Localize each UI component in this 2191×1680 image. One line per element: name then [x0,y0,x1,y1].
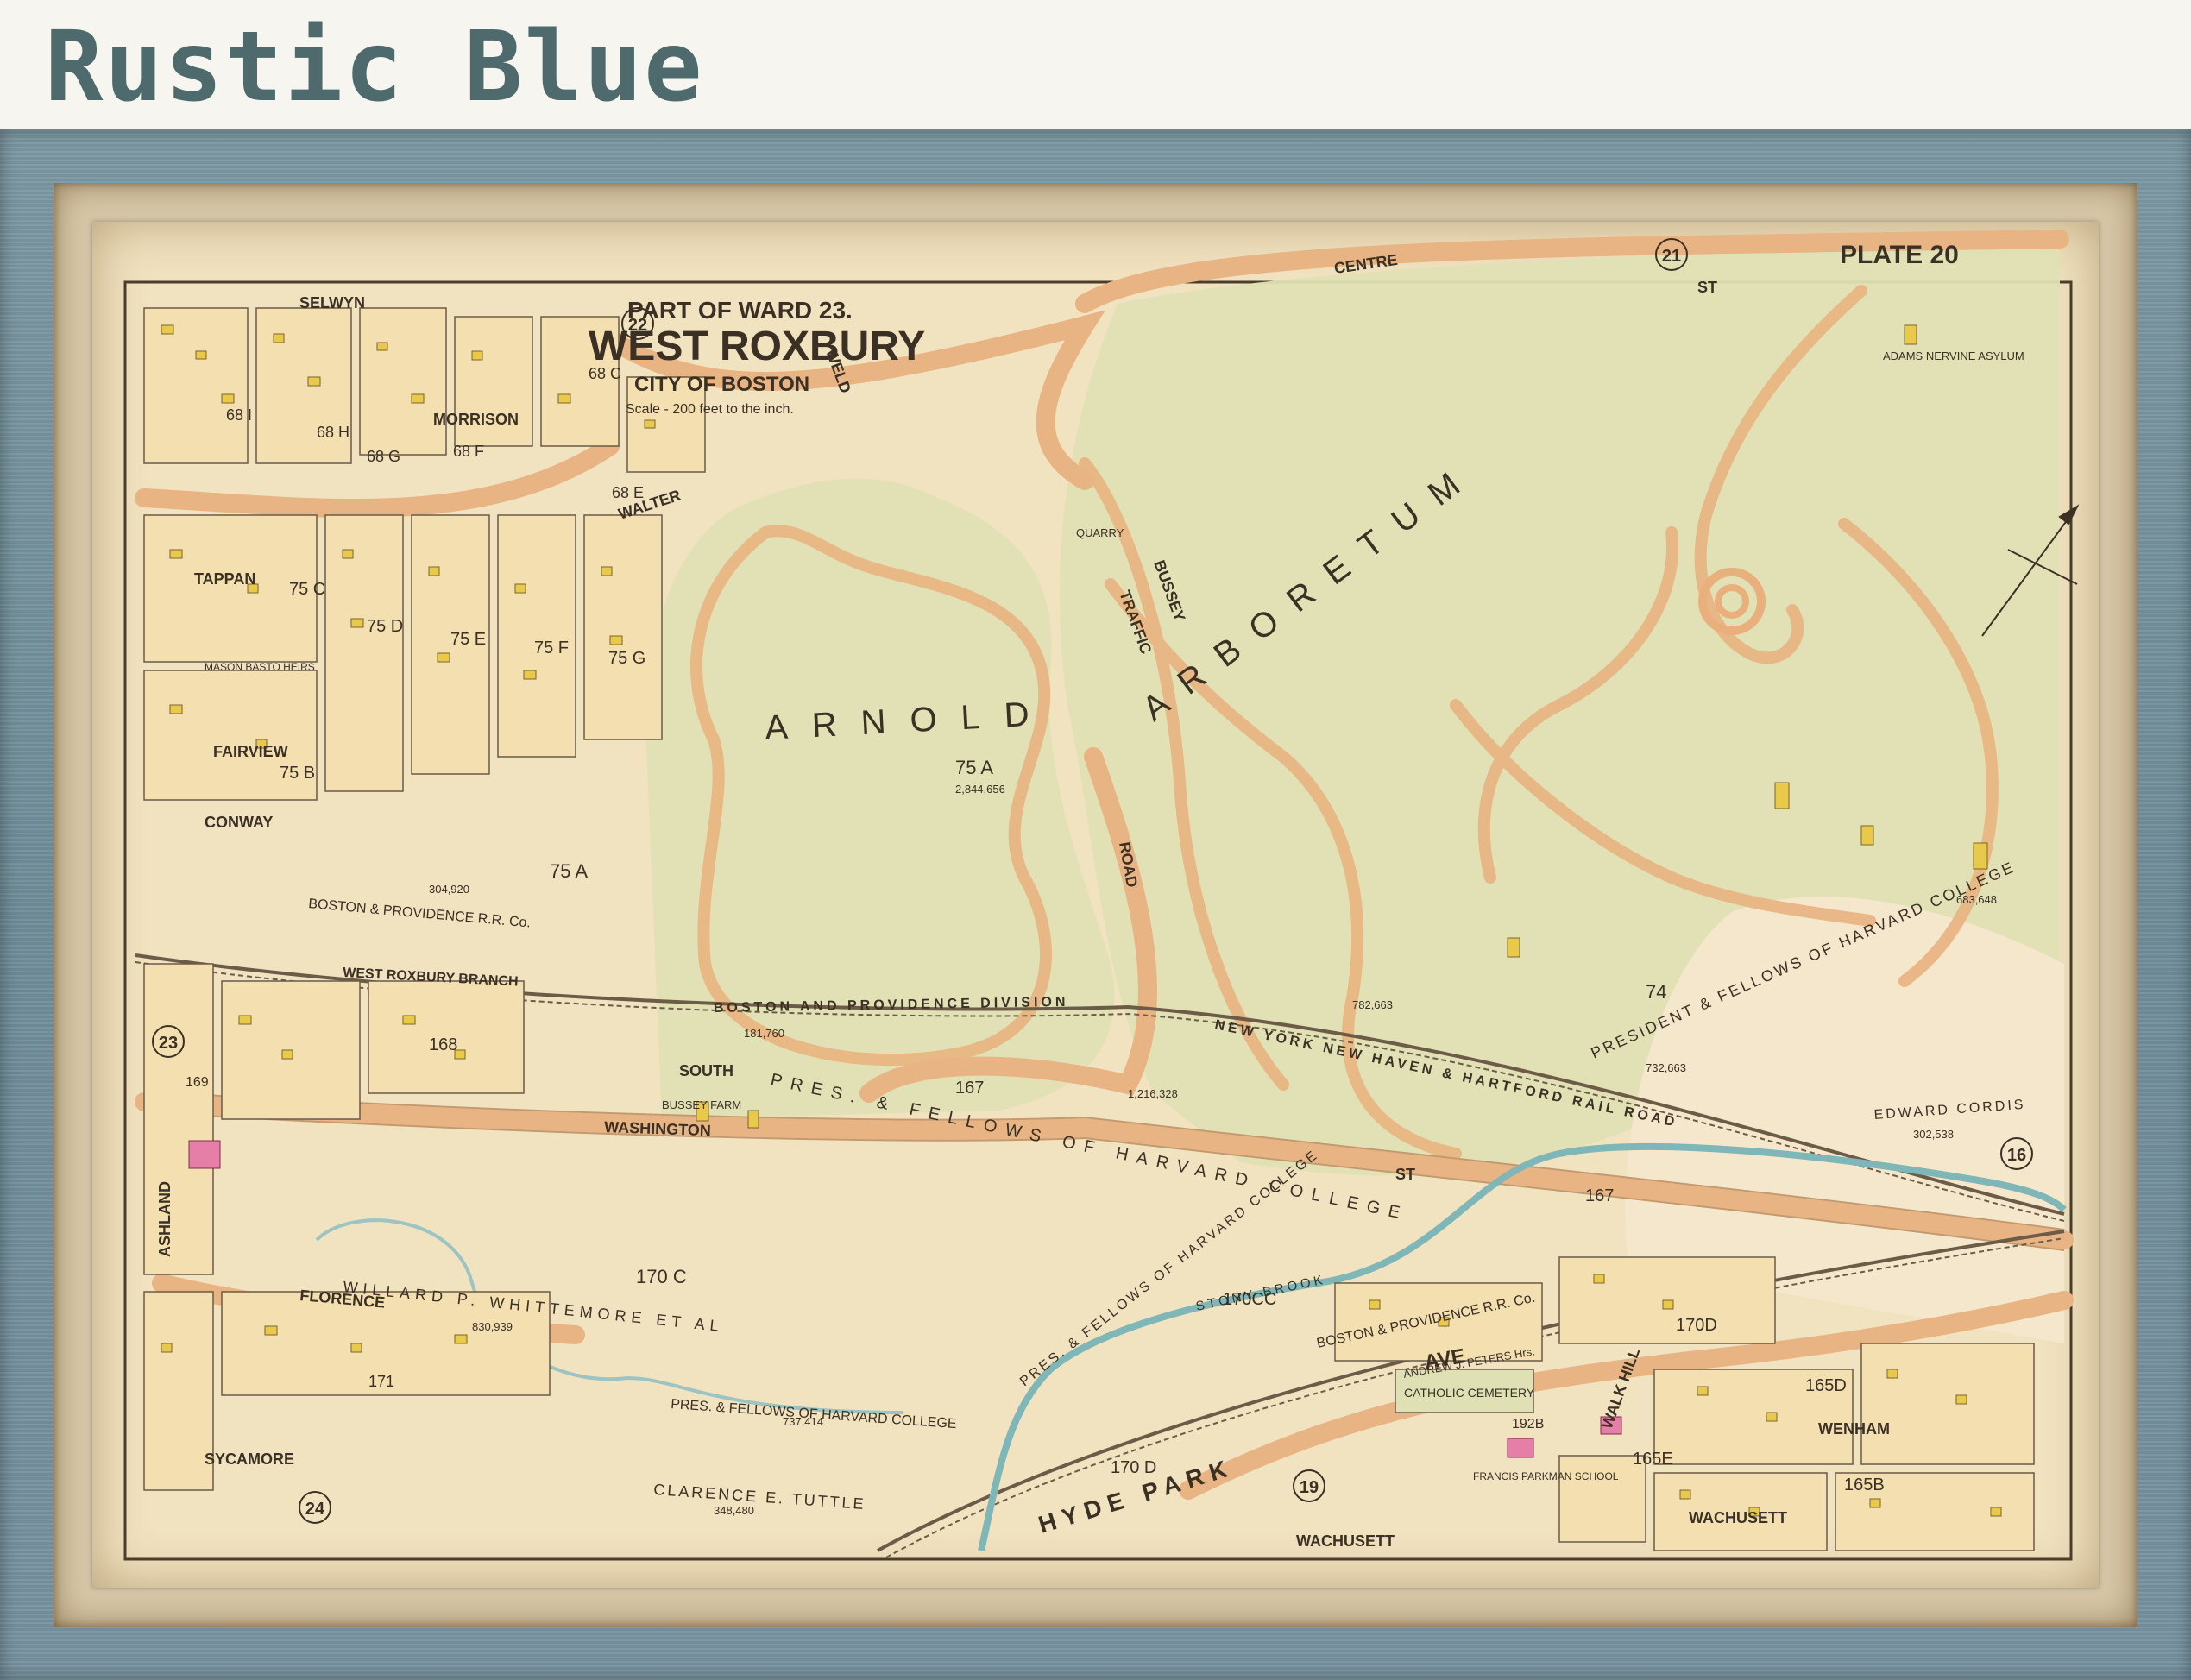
parcel-168: 168 [429,1035,457,1054]
street-wachusett-east: WACHUSETT [1689,1509,1787,1526]
parcel-68g: 68 G [367,448,400,465]
parcel-170c: 170 C [636,1266,687,1287]
pink-building-school [1507,1438,1534,1458]
plate-label-16: 16 [2007,1146,2026,1165]
plate-label-22: 22 [628,316,647,335]
parcel-167-east: 167 [1585,1186,1614,1205]
owner-tuttle-area: 348,480 [714,1504,754,1517]
owner-cordis-area: 302,538 [1913,1128,1954,1141]
street-ashland: ASHLAND [156,1181,173,1257]
street-st-washington: ST [1395,1166,1415,1183]
street-wenham: WENHAM [1818,1420,1890,1438]
parcel-170d: 170 D [1111,1458,1156,1477]
parcel-165e: 165E [1633,1450,1673,1469]
owner-bussey-farm: BUSSEY FARM [662,1098,741,1111]
map-image: PART OF WARD 23. WEST ROXBURY CITY OF BO… [123,230,2080,1561]
parcel-165d: 165D [1805,1376,1847,1395]
parcel-75g: 75 G [608,649,645,668]
street-morrison: MORRISON [433,411,519,428]
street-sycamore: SYCAMORE [205,1450,294,1468]
owner-tuttle: CLARENCE E. TUTTLE [653,1481,867,1513]
owner-willard-area: 830,939 [472,1320,513,1333]
plate-label-21: 21 [1662,247,1681,266]
area-304920: 304,920 [429,883,469,896]
street-selwyn: SELWYN [299,294,365,311]
area-683648: 683,648 [1956,893,1997,906]
parcel-75c: 75 C [289,580,325,599]
parcel-75a-small: 75 A [550,860,588,882]
map-scale: Scale - 200 feet to the inch. [626,402,794,417]
plate-label-23: 23 [159,1034,178,1053]
street-washington: WASHINGTON [604,1118,711,1139]
parcel-75d: 75 D [367,617,403,636]
street-conway: CONWAY [205,814,273,831]
parcel-75b: 75 B [280,764,315,783]
street-south: SOUTH [679,1062,733,1079]
street-st-centre: ST [1697,279,1717,296]
pink-building-west [188,1140,221,1169]
owner-adams: ADAMS NERVINE ASYLUM [1883,349,2024,362]
owner-harvard-east-area: 732,663 [1646,1061,1686,1074]
area-1216328: 1,216,328 [1128,1087,1178,1100]
area-782663: 782,663 [1352,998,1393,1011]
parcel-75a-area: 2,844,656 [955,783,1005,796]
map-title-city: CITY OF BOSTON [634,373,809,396]
owner-harvard-south-area: 737,414 [783,1415,823,1428]
plate-label-24: 24 [305,1500,325,1519]
parcel-192b: 192B [1512,1417,1544,1431]
area-181760: 181,760 [744,1027,784,1040]
map-title-ward: PART OF WARD 23. [627,297,853,324]
parcel-165b: 165B [1844,1476,1885,1494]
parcel-169: 169 [186,1075,209,1090]
owner-harvard-diagonal: PRES. & FELLOWS OF HARVARD COLLEGE [1017,1148,1321,1390]
frame-mat: PART OF WARD 23. WEST ROXBURY CITY OF BO… [54,183,2137,1627]
rail-label-bp-rr: BOSTON & PROVIDENCE R.R. Co. [308,897,532,930]
street-fairview: FAIRVIEW [213,743,288,760]
parcel-68h: 68 H [317,424,349,441]
parcel-68c: 68 C [589,365,621,382]
parcel-68f: 68 F [453,443,484,460]
street-tappan: TAPPAN [194,570,255,588]
parcel-68e: 68 E [612,484,644,501]
parcel-171: 171 [368,1373,394,1390]
parcel-75f: 75 F [534,639,569,658]
owner-quarry: QUARRY [1076,526,1124,539]
plate-number: PLATE 20 [1840,241,1959,269]
frame-style-title: Rustic Blue [45,11,704,123]
parcel-68i: 68 I [226,406,252,424]
parcel-75a: 75 A [955,757,993,778]
plate-label-19: 19 [1300,1478,1319,1497]
picture-frame: PART OF WARD 23. WEST ROXBURY CITY OF BO… [0,129,2191,1680]
header-bar: Rustic Blue [0,0,2191,129]
map-paper: PART OF WARD 23. WEST ROXBURY CITY OF BO… [92,222,2099,1588]
parcel-75e: 75 E [450,630,486,649]
parcel-74: 74 [1646,981,1666,1003]
owner-parkman-school: FRANCIS PARKMAN SCHOOL [1473,1470,1619,1482]
parcel-167: 167 [955,1079,984,1098]
owner-cemetery: CATHOLIC CEMETERY [1404,1386,1535,1400]
parcel-170d-east: 170D [1676,1316,1717,1335]
street-wachusett-west: WACHUSETT [1296,1532,1395,1550]
owner-mason: MASON BASTO HEIRS [205,661,315,673]
